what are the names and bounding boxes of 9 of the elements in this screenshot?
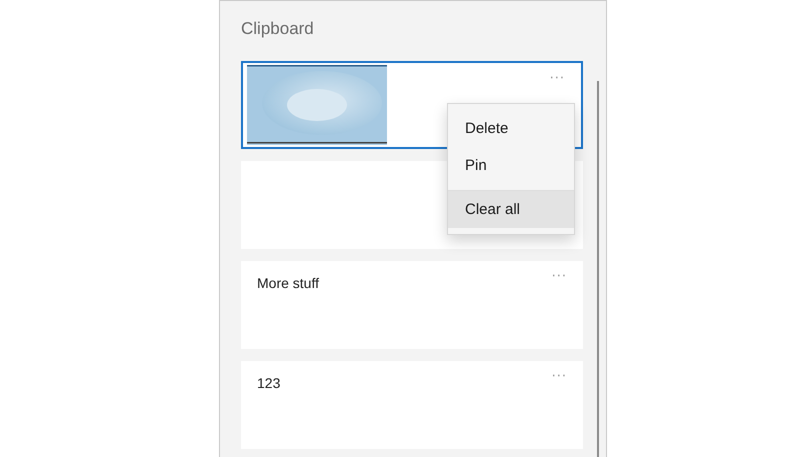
- item-text: More stuff: [257, 275, 319, 291]
- item-text: 123: [257, 375, 280, 391]
- scrollbar[interactable]: [597, 81, 599, 457]
- clipboard-item[interactable]: 123 ···: [241, 361, 583, 449]
- panel-title: Clipboard: [241, 19, 315, 40]
- menu-item[interactable]: Clear all: [448, 190, 574, 228]
- clipboard-item[interactable]: More stuff ···: [241, 261, 583, 349]
- menu-item[interactable]: Delete: [448, 110, 574, 147]
- menu-item[interactable]: Pin: [448, 147, 574, 184]
